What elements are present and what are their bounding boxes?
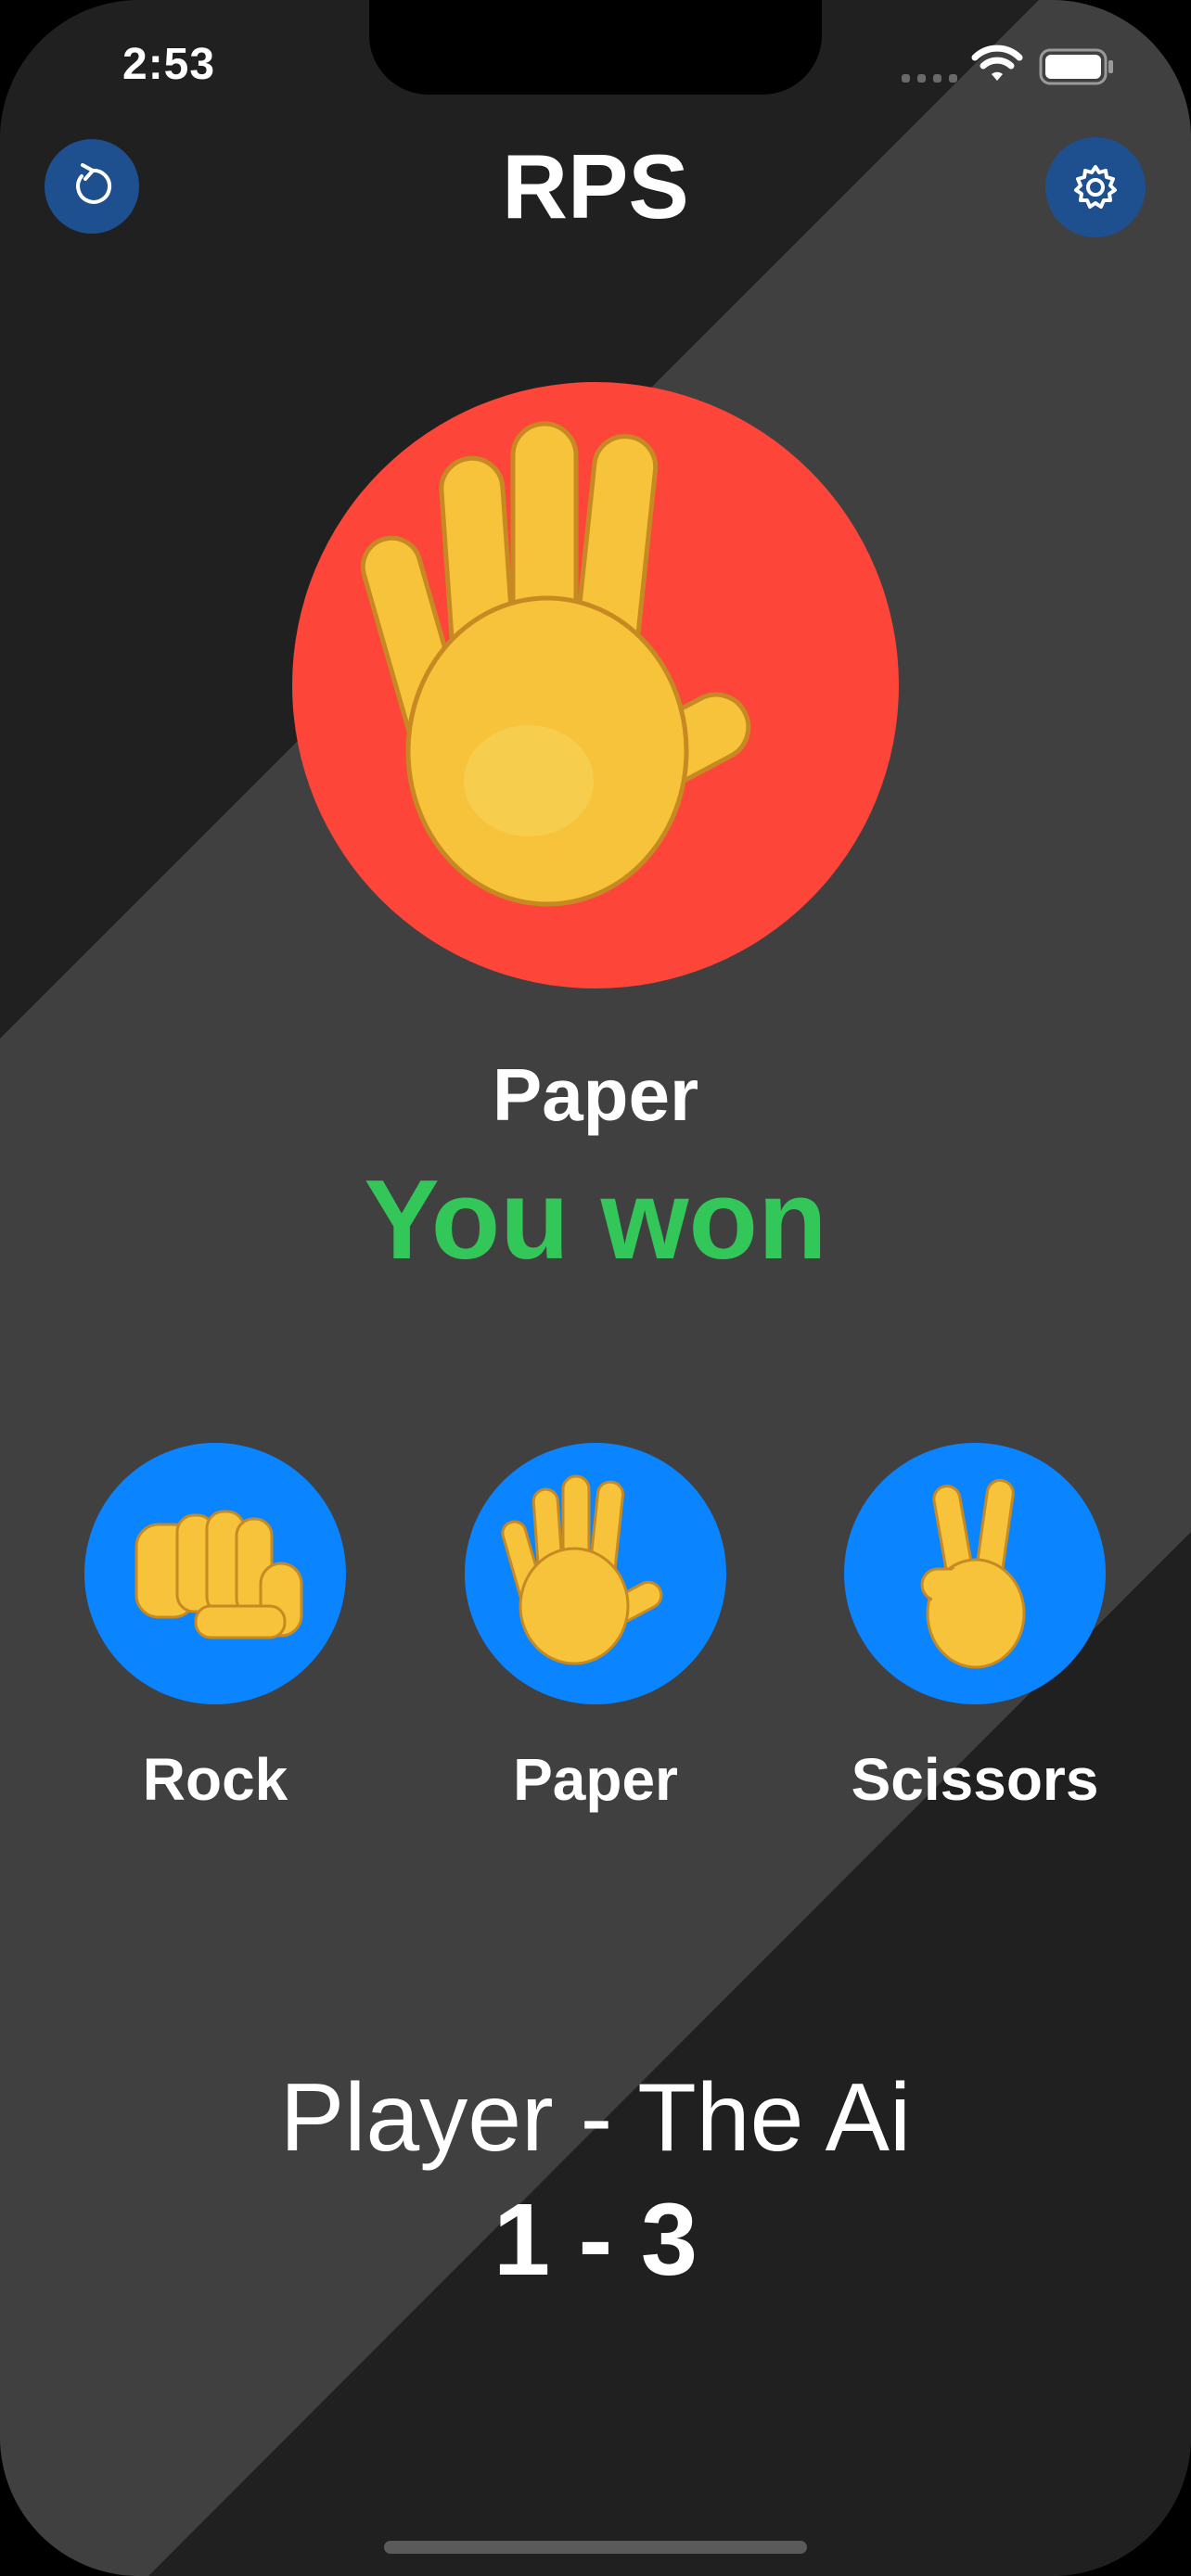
- result-text: You won: [364, 1156, 827, 1282]
- raised-hand-icon: [501, 1474, 663, 1665]
- ai-choice-label: Paper: [492, 1053, 699, 1136]
- raised-hand-icon: [360, 421, 751, 907]
- rock-label: Rock: [142, 1746, 288, 1813]
- battery-icon: [1039, 48, 1113, 85]
- settings-button[interactable]: [1045, 137, 1146, 237]
- app-title: RPS: [502, 135, 689, 237]
- ai-choice-circle: [292, 382, 899, 988]
- scissors-button[interactable]: [844, 1443, 1106, 1704]
- cellular-signal-icon: [902, 74, 957, 83]
- score-value: 1 - 3: [493, 2183, 698, 2297]
- app-screen: 2:53 RPS Paper You won Rock Paper Scisso…: [0, 0, 1191, 2576]
- home-indicator[interactable]: [384, 2541, 807, 2554]
- gear-icon: [1074, 165, 1117, 209]
- fist-icon: [134, 1510, 303, 1639]
- status-time: 2:53: [122, 40, 216, 89]
- victory-hand-icon: [920, 1478, 1026, 1669]
- score-title: Player - The Ai: [279, 2064, 912, 2172]
- scissors-label: Scissors: [851, 1746, 1099, 1813]
- rock-button[interactable]: [84, 1443, 346, 1704]
- paper-label: Paper: [513, 1746, 678, 1813]
- notch: [369, 0, 822, 95]
- wifi-icon: [971, 45, 1023, 81]
- paper-button[interactable]: [465, 1443, 726, 1704]
